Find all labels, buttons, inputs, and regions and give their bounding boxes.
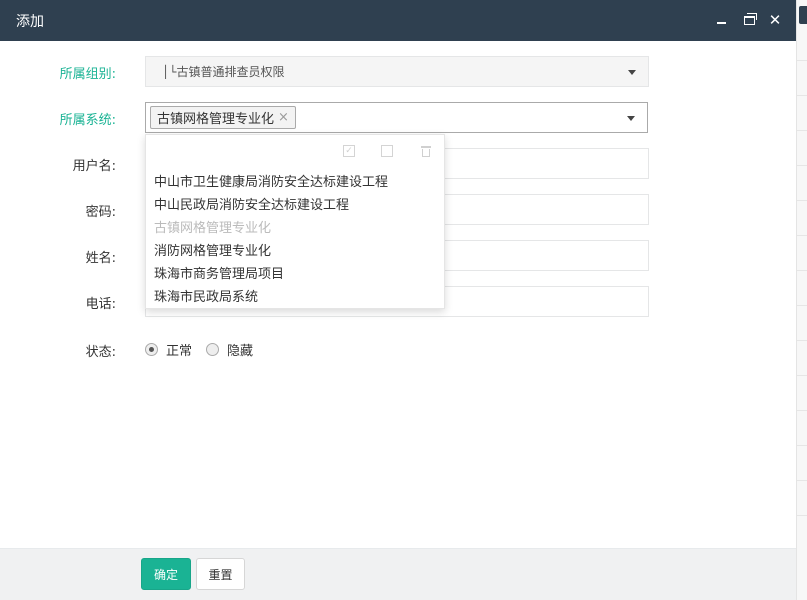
chevron-down-icon	[627, 116, 635, 121]
status-option-hidden[interactable]: 隐藏	[206, 340, 257, 359]
system-multiselect[interactable]: 古镇网格管理专业化 ×	[145, 102, 648, 133]
system-dropdown: 中山市卫生健康局消防安全达标建设工程 中山民政局消防安全达标建设工程 古镇网格管…	[145, 134, 445, 309]
uncheck-all-icon[interactable]	[381, 145, 393, 157]
minimize-icon	[716, 22, 726, 24]
dropdown-options: 中山市卫生健康局消防安全达标建设工程 中山民政局消防安全达标建设工程 古镇网格管…	[146, 171, 446, 309]
check-all-icon[interactable]	[343, 145, 355, 157]
selected-system-chip[interactable]: 古镇网格管理专业化 ×	[150, 106, 296, 129]
system-label: 所属系统:	[59, 113, 116, 128]
dropdown-option[interactable]: 珠海市商务管理局项目	[146, 263, 446, 286]
radio-normal-label: 正常	[166, 344, 193, 359]
status-row: 状态: 正常 隐藏	[0, 334, 796, 366]
radio-normal[interactable]	[145, 343, 158, 356]
add-dialog: 添加 ✕ 所属组别: │└古镇普通排查员权限 所属系统: 古镇网格管理专业化 ×…	[0, 0, 796, 600]
close-button[interactable]: ✕	[765, 10, 785, 30]
background-tab	[799, 6, 807, 24]
trash-icon[interactable]	[420, 145, 432, 157]
chip-remove-icon[interactable]: ×	[278, 110, 289, 125]
realname-label: 姓名:	[85, 251, 116, 266]
username-label: 用户名:	[72, 159, 116, 174]
chip-label: 古镇网格管理专业化	[157, 112, 275, 127]
status-radio-group: 正常 隐藏	[145, 340, 257, 359]
chevron-down-icon	[628, 70, 636, 75]
restore-button[interactable]	[739, 10, 759, 30]
group-select-value: │└古镇普通排查员权限	[162, 65, 285, 79]
reset-button[interactable]: 重置	[196, 558, 245, 590]
dialog-title: 添加	[16, 14, 44, 30]
dropdown-option[interactable]: 中山民政局消防安全达标建设工程	[146, 194, 446, 217]
radio-hidden[interactable]	[206, 343, 220, 356]
radio-hidden-label: 隐藏	[227, 344, 254, 359]
dropdown-option[interactable]: 中山市卫生健康局消防安全达标建设工程	[146, 171, 446, 194]
phone-label: 电话:	[85, 297, 116, 312]
group-row: 所属组别: │└古镇普通排查员权限	[0, 56, 796, 88]
password-label: 密码:	[85, 205, 116, 220]
group-select[interactable]: │└古镇普通排查员权限	[145, 56, 649, 87]
system-row: 所属系统: 古镇网格管理专业化 ×	[0, 102, 796, 134]
dialog-titlebar[interactable]: 添加 ✕	[0, 0, 796, 41]
dialog-footer: 确定 重置	[0, 548, 796, 600]
dropdown-option[interactable]: 珠海市民政局系统	[146, 286, 446, 309]
status-label: 状态:	[85, 345, 116, 360]
close-icon: ✕	[768, 10, 782, 29]
dropdown-toolbar	[146, 135, 446, 169]
status-option-normal[interactable]: 正常	[145, 340, 196, 359]
group-label: 所属组别:	[59, 67, 116, 82]
background-page-edge	[796, 0, 807, 600]
dropdown-option-selected[interactable]: 古镇网格管理专业化	[146, 217, 446, 240]
restore-icon	[743, 12, 757, 25]
minimize-button[interactable]	[711, 10, 731, 30]
dropdown-option[interactable]: 消防网格管理专业化	[146, 240, 446, 263]
confirm-button[interactable]: 确定	[141, 558, 191, 590]
